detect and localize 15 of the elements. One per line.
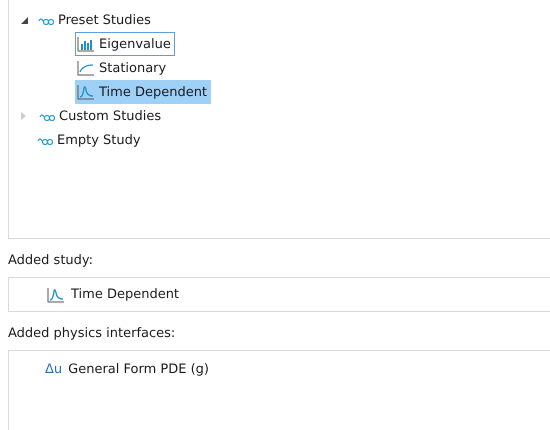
peak-chart-icon [77,84,95,100]
expand-arrow-icon[interactable] [21,16,28,24]
study-field: Time Dependent [8,277,550,312]
section-label: Added study: [8,252,94,270]
physics-item: Δu General Form PDE (g) [45,360,210,378]
peak-chart-icon [47,286,65,302]
tree-item[interactable]: Preset Studies [36,8,155,32]
tree-item[interactable]: Empty Study [35,128,145,152]
tree-item[interactable]: Eigenvalue [75,32,175,56]
tree-item[interactable]: Stationary [75,56,170,80]
section-label: Added physics interfaces: [8,325,176,343]
tree-item[interactable]: Time Dependent [75,80,212,104]
curve-chart-icon [77,60,95,76]
bar-chart-icon [77,36,95,52]
tree-item[interactable]: Custom Studies [37,104,166,128]
